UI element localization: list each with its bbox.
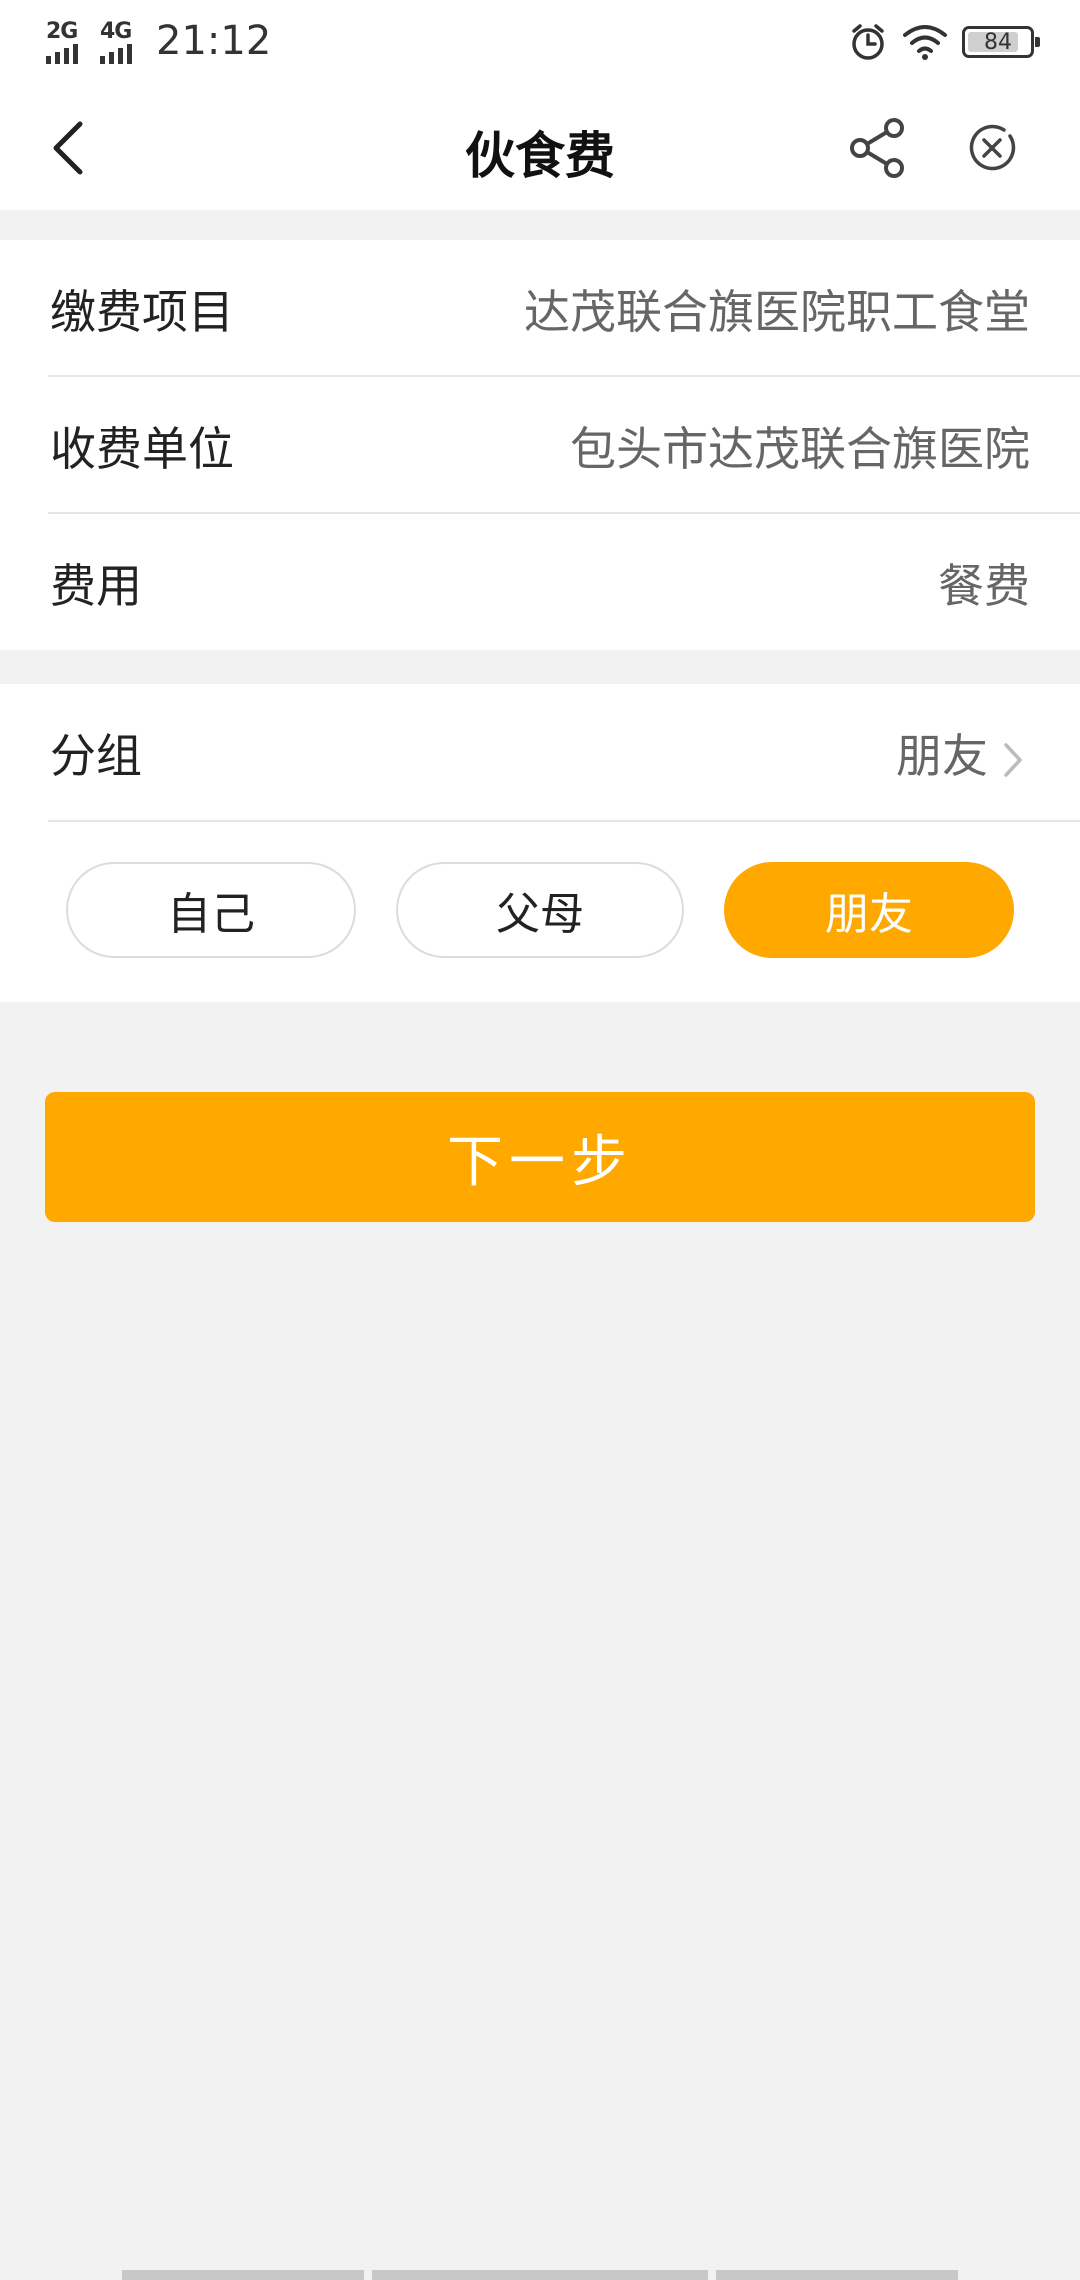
- detail-label: 费用: [50, 559, 142, 613]
- detail-row-payee: 收费单位 包头市达茂联合旗医院: [0, 377, 1080, 515]
- group-option-friends[interactable]: 朋友: [724, 862, 1014, 958]
- gesture-bar-right: [716, 2270, 958, 2280]
- share-icon[interactable]: [846, 116, 910, 180]
- battery-icon: 84: [962, 26, 1040, 58]
- wifi-icon: [903, 25, 947, 60]
- detail-row-item: 缴费项目 达茂联合旗医院职工食堂: [0, 240, 1080, 378]
- detail-value: 达茂联合旗医院职工食堂: [524, 285, 1030, 339]
- group-row[interactable]: 分组 朋友: [0, 684, 1080, 822]
- group-selected: 朋友: [896, 720, 1030, 786]
- group-option-parents[interactable]: 父母: [396, 862, 684, 958]
- detail-row-fee: 费用 餐费: [0, 514, 1080, 652]
- group-card: 分组 朋友 自己 父母 朋友: [0, 684, 1080, 1002]
- nav-bar: 伙食费: [0, 86, 1080, 210]
- close-icon[interactable]: [964, 120, 1020, 176]
- page-title: 伙食费: [465, 127, 615, 185]
- payment-details-card: 缴费项目 达茂联合旗医院职工食堂 收费单位 包头市达茂联合旗医院 费用 餐费: [0, 240, 1080, 650]
- network-type-sim2: 4G: [100, 19, 132, 44]
- group-option-self[interactable]: 自己: [66, 862, 356, 958]
- signal-icon-sim2: 4G: [100, 19, 132, 64]
- group-options: 自己 父母 朋友: [0, 862, 1080, 960]
- detail-value: 包头市达茂联合旗医院: [570, 422, 1030, 476]
- signal-icon-sim1: 2G: [46, 19, 78, 64]
- network-type-sim1: 2G: [46, 19, 78, 44]
- gesture-bar-center: [372, 2270, 708, 2280]
- gesture-bar-left: [122, 2270, 364, 2280]
- group-selected-text: 朋友: [896, 729, 988, 783]
- chevron-right-icon: [1004, 742, 1022, 777]
- detail-label: 收费单位: [50, 422, 234, 476]
- alarm-icon: [852, 24, 884, 60]
- detail-label: 缴费项目: [50, 285, 234, 339]
- divider: [48, 820, 1080, 822]
- group-label: 分组: [50, 729, 142, 783]
- detail-value: 餐费: [938, 559, 1030, 613]
- status-time: 21:12: [156, 18, 272, 64]
- next-step-button[interactable]: 下一步: [45, 1092, 1035, 1222]
- battery-level: 84: [984, 29, 1012, 55]
- status-bar: 2G 4G 21:12 84: [0, 0, 1080, 86]
